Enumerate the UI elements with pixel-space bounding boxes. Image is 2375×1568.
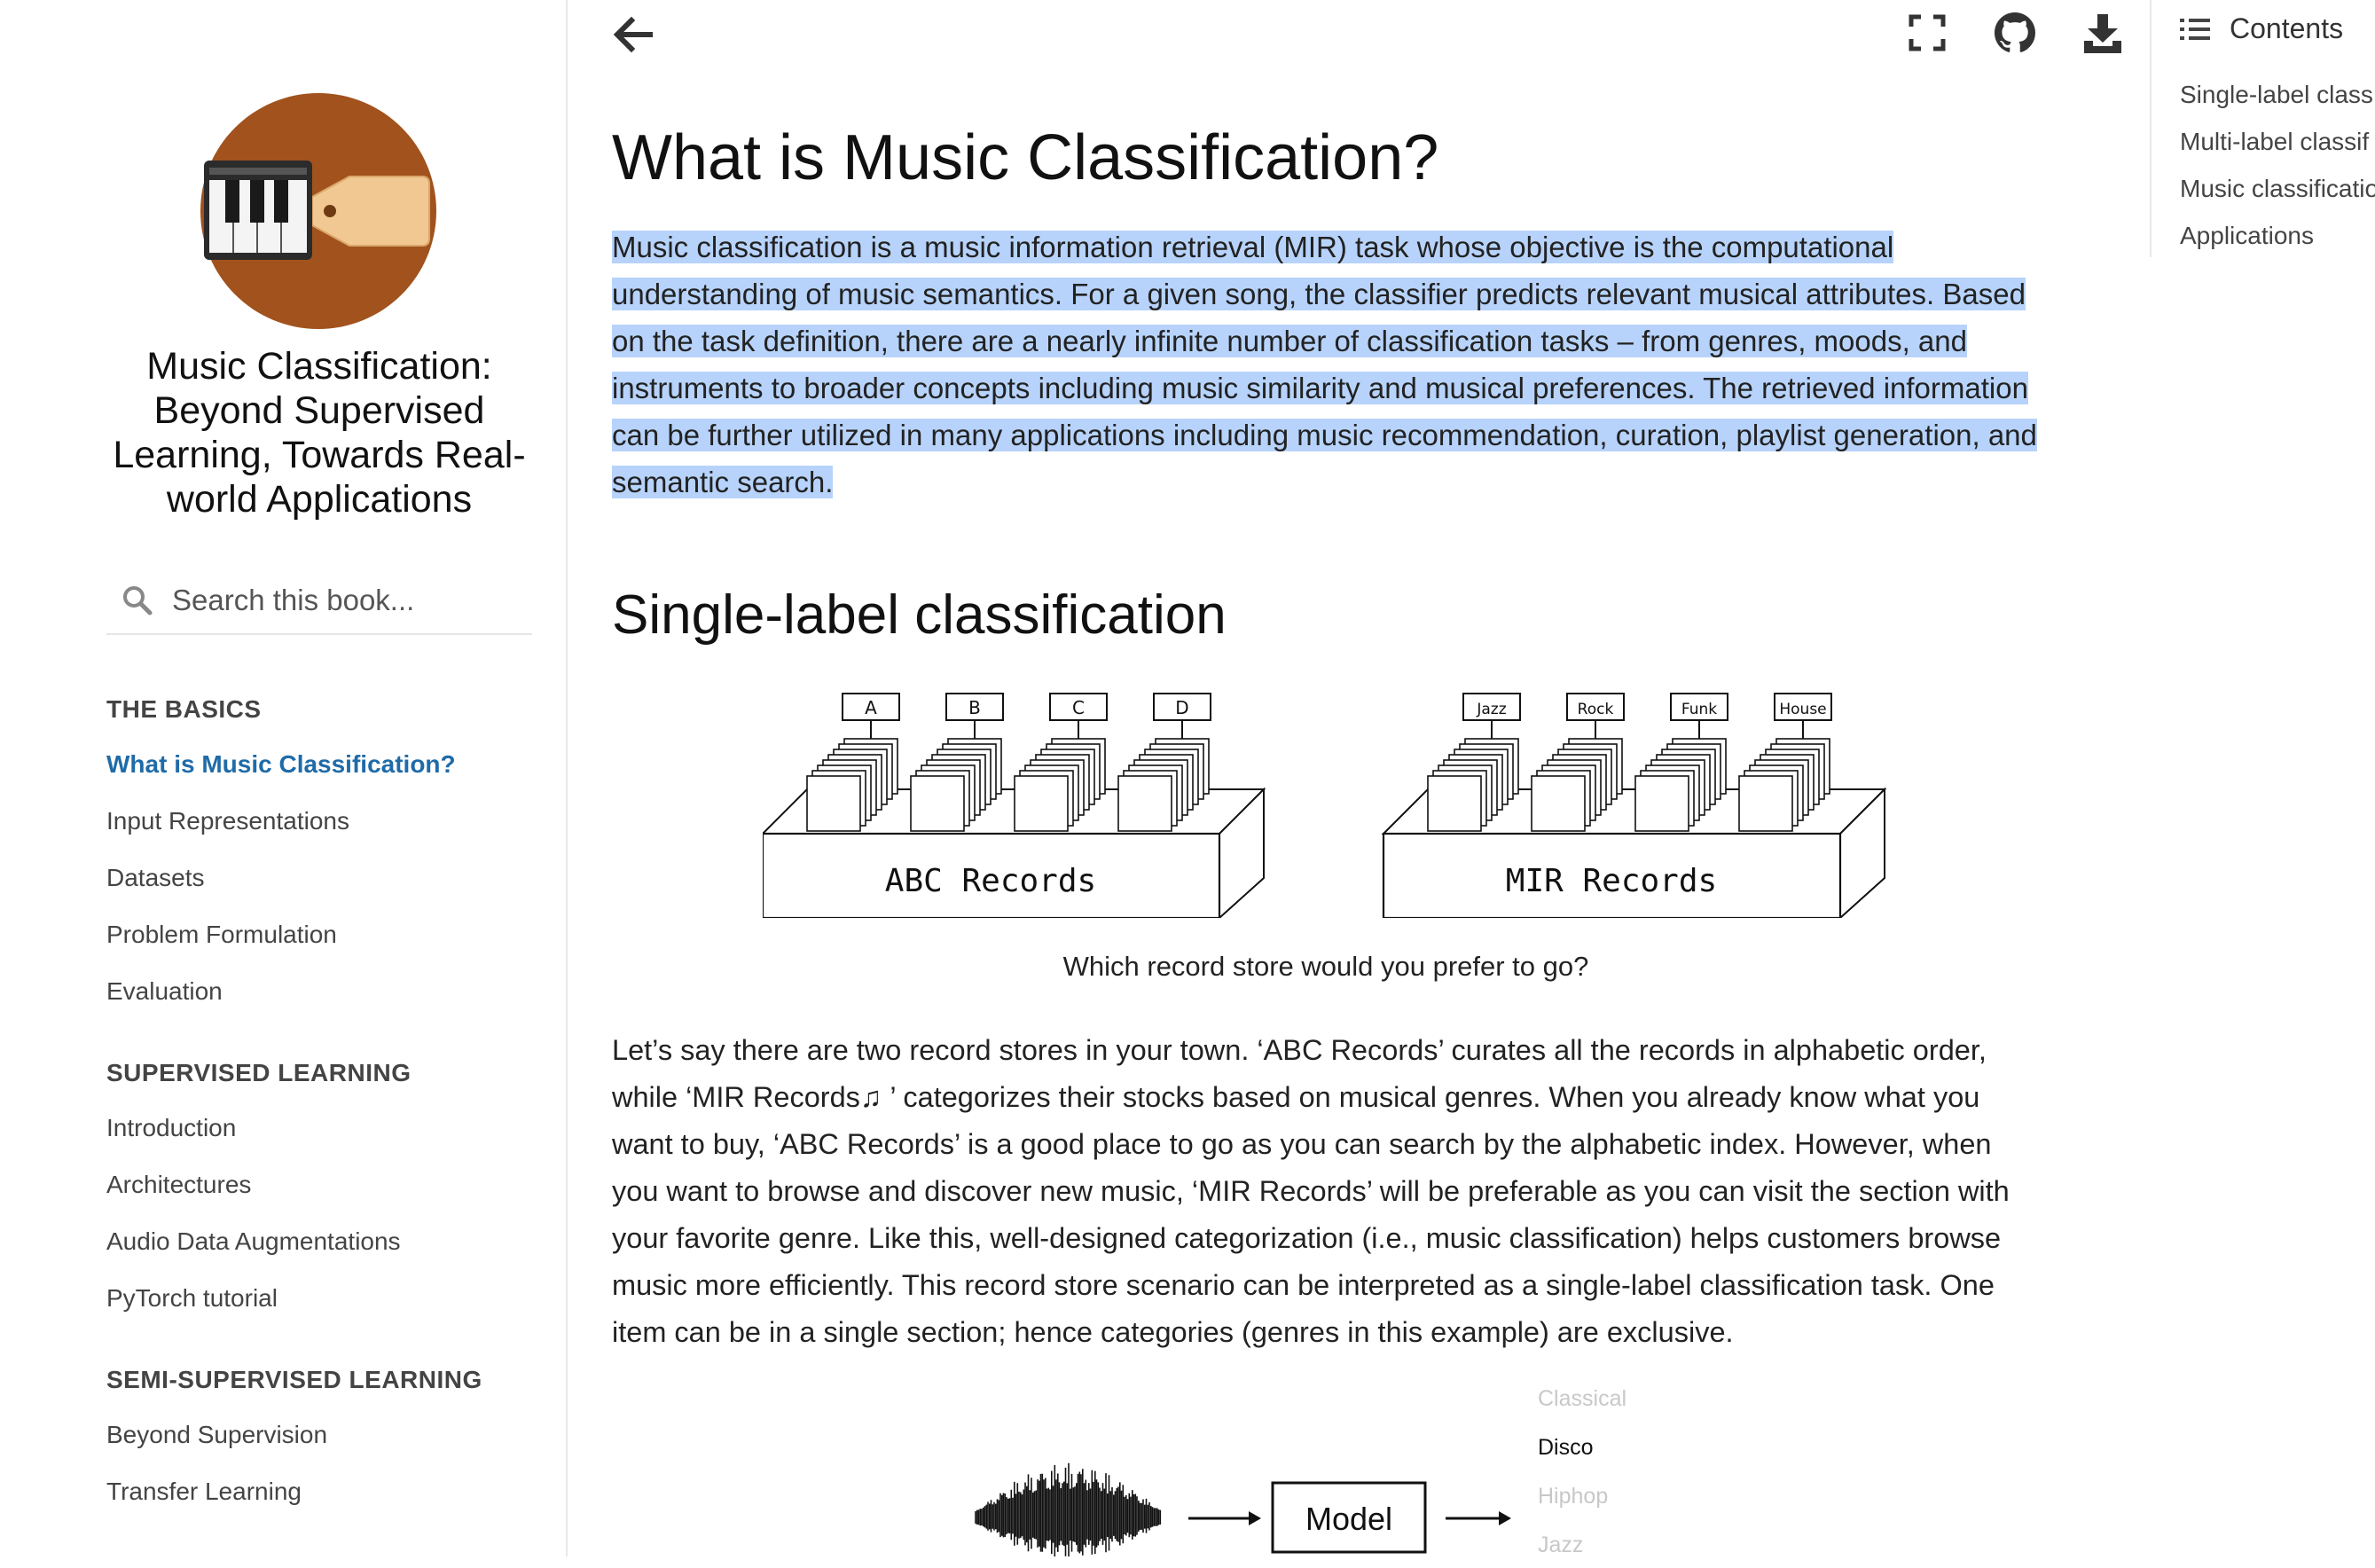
sidebar-item-evaluation[interactable]: Evaluation [106, 963, 550, 1020]
sidebar-item-pytorch-tutorial[interactable]: PyTorch tutorial [106, 1270, 550, 1327]
nav-section: THE BASICS What is Music Classification? I… [106, 683, 550, 1020]
sidebar-item-transfer-learning[interactable]: Transfer Learning [106, 1463, 550, 1520]
model-label: Model [1305, 1501, 1392, 1537]
search-bar[interactable] [106, 568, 532, 635]
figure-caption: Which record store would you prefer to g… [1062, 951, 1589, 982]
genre-label: Classical [1538, 1386, 1626, 1411]
search-icon [123, 586, 153, 615]
record-sleeve [1427, 775, 1482, 832]
toc-list: Single-label class Multi-label classif Mus… [2180, 71, 2375, 259]
sidebar-item-datasets[interactable]: Datasets [106, 850, 550, 906]
store-name: ABC Records [885, 863, 1096, 899]
record-sleeve [1738, 775, 1793, 832]
toc-item[interactable]: Music classificatio [2180, 165, 2375, 212]
record-sleeve [806, 775, 861, 832]
arrow-head [1249, 1511, 1261, 1525]
search-input[interactable] [170, 583, 529, 618]
crate-label: Jazz [1476, 701, 1506, 718]
arrow-head [1499, 1511, 1511, 1525]
genre-label: Jazz [1538, 1533, 1583, 1556]
waveform-icon [975, 1462, 1162, 1556]
arrow-left-icon[interactable] [612, 16, 653, 53]
toc-panel: Contents Single-label class Multi-label c… [2150, 0, 2375, 257]
github-icon[interactable] [1995, 12, 2035, 53]
nav-section-caption: SEMI-SUPERVISED LEARNING [106, 1366, 482, 1393]
toc-item[interactable]: Applications [2180, 212, 2375, 259]
intro-text: Music classification is a music informat… [612, 231, 2037, 498]
genre-label: Disco [1538, 1435, 1594, 1460]
record-sleeve [1634, 775, 1689, 832]
crate-label: Rock [1578, 701, 1614, 718]
fullscreen-icon[interactable] [1909, 14, 1946, 51]
nav-section: SEMI-SUPERVISED LEARNING Beyond Supervisi… [106, 1353, 550, 1520]
book-title[interactable]: Music Classification: Beyond Supervised … [98, 344, 541, 521]
sidebar-item-introduction[interactable]: Introduction [106, 1100, 550, 1156]
store-name: MIR Records [1506, 863, 1717, 899]
record-stores-figure: A B C D ABC Records Jazz Rock Funk House MIR Reco… [763, 693, 1887, 918]
book-logo[interactable] [199, 91, 438, 331]
list-icon [2180, 18, 2210, 40]
crate-label: B [968, 697, 981, 718]
toc-title: Contents [2230, 12, 2344, 44]
intro-paragraph: Music classification is a music informat… [612, 223, 2040, 506]
nav-section: SUPERVISED LEARNING Introduction Architect… [106, 1047, 550, 1327]
toc-header[interactable]: Contents [2180, 12, 2343, 45]
record-sleeve [910, 775, 965, 832]
sidebar-item-what-is-music-classification[interactable]: What is Music Classification? [106, 736, 550, 793]
sidebar-item-input-representations[interactable]: Input Representations [106, 793, 550, 850]
record-sleeve [1117, 775, 1172, 832]
crate-label: A [865, 697, 877, 718]
crate-label: C [1072, 697, 1085, 718]
crate-label: Funk [1681, 701, 1717, 718]
waveform-path [975, 1462, 1162, 1556]
sidebar-item-architectures[interactable]: Architectures [106, 1156, 550, 1213]
sidebar: Music Classification: Beyond Supervised … [0, 0, 568, 1556]
genre-label: Hiphop [1538, 1484, 1608, 1509]
nav-section-caption: SUPERVISED LEARNING [106, 1059, 412, 1086]
nav-section-caption: THE BASICS [106, 695, 262, 723]
page-title: What is Music Classification? [612, 122, 1439, 193]
model-figure: Model Classical Disco Hiphop Jazz [975, 1386, 1626, 1556]
sidebar-item-problem-formulation[interactable]: Problem Formulation [106, 906, 550, 963]
sidebar-item-beyond-supervision[interactable]: Beyond Supervision [106, 1407, 550, 1463]
sidebar-item-audio-data-augmentations[interactable]: Audio Data Augmentations [106, 1213, 550, 1270]
record-sleeve [1014, 775, 1069, 832]
record-store: A B C D ABC Records [763, 693, 1266, 918]
record-store: Jazz Rock Funk House MIR Records [1381, 693, 1887, 918]
record-store-paragraph: Let’s say there are two record stores in… [612, 1034, 2010, 1348]
crate-label: D [1175, 697, 1188, 718]
record-sleeve [1531, 775, 1586, 832]
section-heading-single-label: Single-label classification [612, 584, 1227, 646]
toc-item[interactable]: Single-label class [2180, 71, 2375, 118]
crate-label: House [1779, 701, 1826, 718]
sidebar-nav: THE BASICS What is Music Classification? I… [106, 683, 550, 1547]
download-icon[interactable] [2082, 12, 2123, 55]
toc-item[interactable]: Multi-label classif [2180, 118, 2375, 165]
